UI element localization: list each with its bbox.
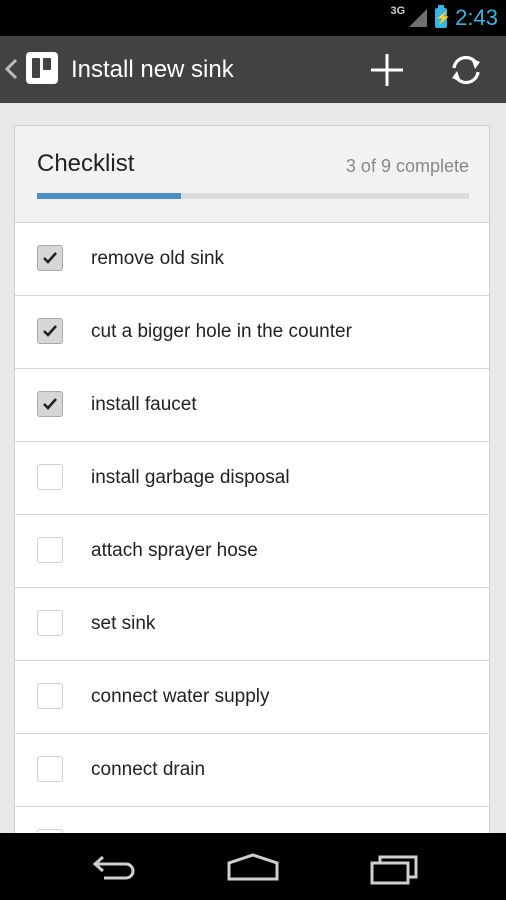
navigation-bar [0,833,506,900]
action-bar: Install new sink [0,36,506,103]
checklist-item-label: set sink [91,613,156,634]
checklist-item[interactable]: connect drain [15,734,489,807]
checklist-item[interactable]: set sink [15,588,489,661]
clock: 2:43 [455,5,498,30]
checklist-item-label: remove old sink [91,248,225,269]
checkbox[interactable] [37,610,63,636]
checklist-item-label: attach sprayer hose [91,540,258,561]
checkmark-icon [43,325,57,337]
checklist-item[interactable]: install faucet [15,369,489,442]
sync-icon[interactable] [440,47,492,93]
checklist-progress-text: 3 of 9 complete [345,156,469,176]
home-icon[interactable] [226,843,280,889]
checklist-item[interactable]: connect water supply [15,661,489,734]
checklist-item[interactable]: install garbage disposal [15,442,489,515]
checkbox-checked[interactable] [37,245,63,271]
checklist-progress-bar [37,193,469,199]
checklist-item-label: cut a bigger hole in the counter [91,321,352,342]
checkbox[interactable] [37,537,63,563]
checkbox[interactable] [37,683,63,709]
network-type: 3G [390,5,406,17]
status-bar: 3G ⚡ 2:43 [0,0,506,36]
checklist-items: remove old sink cut a bigger hole in the … [15,223,489,844]
board-card-title: Install new sink [71,56,234,83]
checklist-item[interactable]: remove old sink [15,223,489,296]
battery-charging-icon: ⚡ [435,5,451,28]
checklist-card: Checklist 3 of 9 complete remove old sin… [14,125,490,845]
checkmark-icon [43,252,57,264]
checklist-item[interactable]: attach sprayer hose [15,515,489,588]
recents-icon[interactable] [369,843,421,889]
checklist-item[interactable]: cut a bigger hole in the counter [15,296,489,369]
chevron-left-icon[interactable] [2,57,22,81]
trello-logo-icon[interactable] [26,52,58,84]
checkbox-checked[interactable] [37,318,63,344]
checklist-title: Checklist [37,150,135,177]
checklist-header: Checklist 3 of 9 complete [15,126,489,223]
checkbox[interactable] [37,464,63,490]
checklist-item-label: install garbage disposal [91,467,290,488]
checkbox-checked[interactable] [37,391,63,417]
status-icons: 3G ⚡ 2:43 [390,0,498,36]
signal-icon [409,9,428,27]
checkmark-icon [43,398,57,410]
checklist-item-label: connect drain [91,759,206,780]
checklist-item-label: connect water supply [91,686,270,707]
back-icon[interactable] [86,843,138,889]
plus-icon[interactable] [362,47,412,93]
checklist-progress-fill [37,193,181,199]
checklist-item-label: install faucet [91,394,197,415]
checkbox[interactable] [37,756,63,782]
